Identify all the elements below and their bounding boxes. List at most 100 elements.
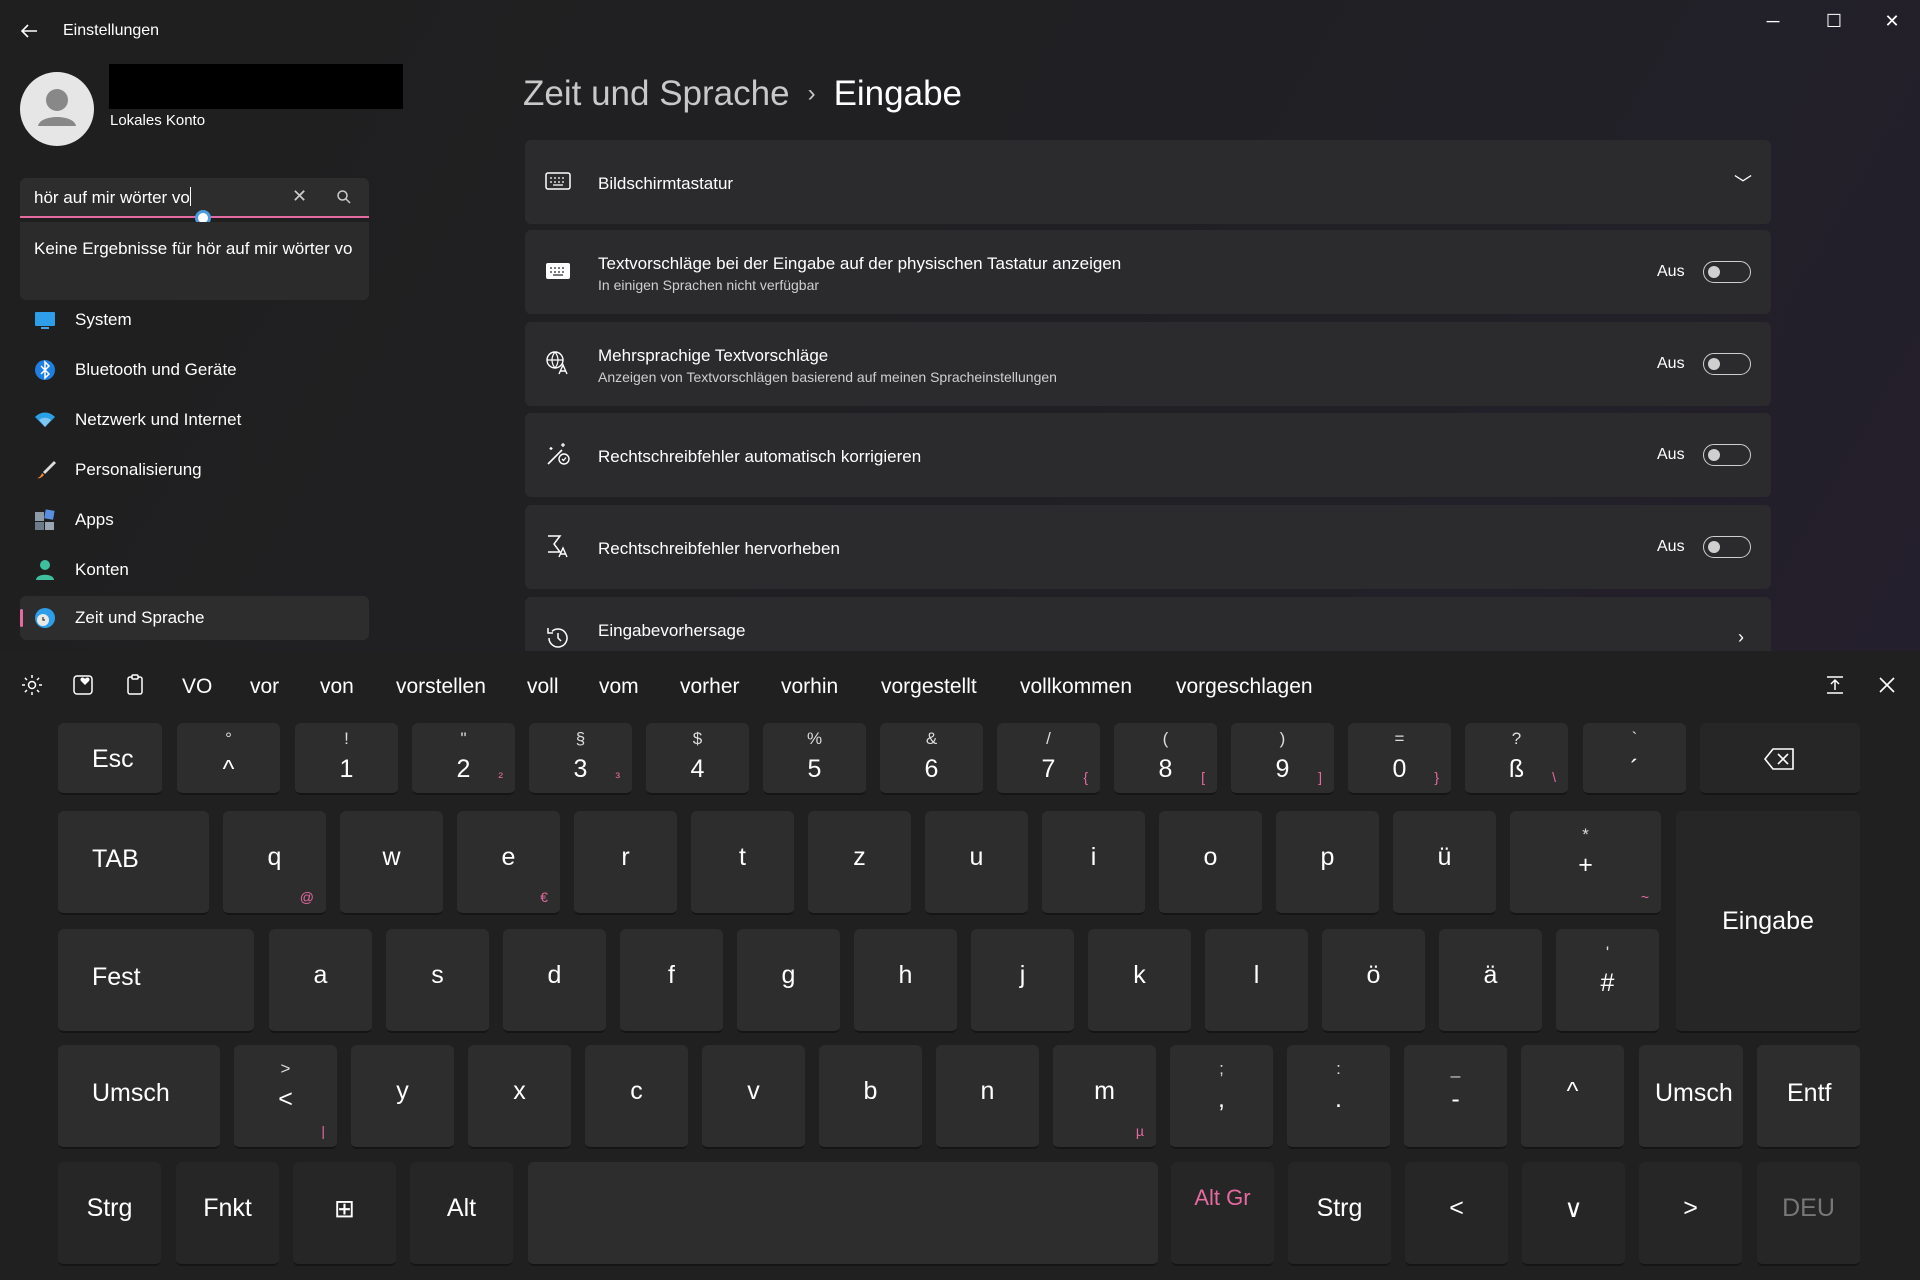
key-row3-12[interactable]: ' # — [1556, 929, 1659, 1033]
autocorrect-toggle[interactable] — [1703, 444, 1751, 466]
key-row3-6[interactable]: h — [854, 929, 957, 1033]
key-row2-3[interactable]: e € — [457, 811, 560, 915]
search-icon[interactable] — [336, 189, 352, 205]
key-row2-4[interactable]: r — [574, 811, 677, 915]
key-row1-2[interactable]: ! 1 — [295, 723, 398, 795]
key-row5-8[interactable]: ∨ — [1522, 1162, 1625, 1266]
key-row2-6[interactable]: z — [808, 811, 911, 915]
search-box[interactable]: hör auf mir wörter vo ✕ — [20, 178, 369, 218]
key-row3-9[interactable]: l — [1205, 929, 1308, 1033]
sidebar-item-time-language[interactable]: Zeit und Sprache — [20, 596, 369, 640]
key-row1-0[interactable]: Esc — [58, 723, 162, 795]
key-row5-3[interactable]: Alt — [410, 1162, 513, 1266]
key-row2-10[interactable]: p — [1276, 811, 1379, 915]
sidebar-item-system[interactable]: System — [20, 298, 369, 342]
back-arrow-icon[interactable] — [18, 20, 40, 42]
gear-icon[interactable] — [20, 673, 44, 697]
key-row2-12[interactable]: * + ~ — [1510, 811, 1661, 915]
clear-icon[interactable]: ✕ — [292, 186, 307, 207]
key-row2-8[interactable]: i — [1042, 811, 1145, 915]
multilingual-toggle[interactable] — [1703, 353, 1751, 375]
chevron-right-icon[interactable]: › — [1738, 627, 1744, 648]
key-row1-12[interactable]: ? ß \ — [1465, 723, 1568, 795]
keyboard-layout-icon[interactable] — [1823, 673, 1847, 697]
key-row3-11[interactable]: ä — [1439, 929, 1542, 1033]
key-row3-5[interactable]: g — [737, 929, 840, 1033]
key-row2-9[interactable]: o — [1159, 811, 1262, 915]
close-keyboard-icon[interactable] — [1875, 673, 1899, 697]
maximize-button[interactable]: ☐ — [1814, 10, 1854, 32]
key-row3-0[interactable]: Fest — [58, 929, 254, 1033]
key-row1-11[interactable]: = 0} — [1348, 723, 1451, 795]
key-row3-8[interactable]: k — [1088, 929, 1191, 1033]
key-row3-10[interactable]: ö — [1322, 929, 1425, 1033]
key-row5-1[interactable]: Fnkt — [176, 1162, 279, 1266]
key-row2-2[interactable]: w — [340, 811, 443, 915]
sidebar-item-accounts[interactable]: Konten — [20, 548, 369, 592]
suggestion-item[interactable]: vom — [599, 675, 639, 699]
key-row4-0[interactable]: Umsch — [58, 1045, 220, 1149]
key-row4-10[interactable]: :. — [1287, 1045, 1390, 1149]
suggestion-item[interactable]: VO — [182, 675, 212, 699]
setting-onscreen-keyboard[interactable]: Bildschirmtastatur ﹀ — [525, 140, 1771, 224]
minimize-button[interactable]: ─ — [1753, 10, 1793, 32]
key-row1-6[interactable]: % 5 — [763, 723, 866, 795]
key-row1-5[interactable]: $4 — [646, 723, 749, 795]
suggestion-item[interactable]: vorhin — [781, 675, 838, 699]
key-row5-7[interactable]: < — [1405, 1162, 1508, 1266]
enter-key[interactable]: Eingabe — [1676, 811, 1860, 1033]
key-row4-6[interactable]: b — [819, 1045, 922, 1149]
key-row4-14[interactable]: Entf — [1757, 1045, 1860, 1149]
key-row1-8[interactable]: /7{ — [997, 723, 1100, 795]
avatar[interactable] — [20, 72, 94, 146]
suggestion-item[interactable]: vorher — [680, 675, 740, 699]
key-row5-2[interactable]: ⊞ — [293, 1162, 396, 1266]
key-row4-4[interactable]: c — [585, 1045, 688, 1149]
key-row5-10[interactable]: DEU — [1757, 1162, 1860, 1266]
key-row3-2[interactable]: s — [386, 929, 489, 1033]
key-row2-5[interactable]: t — [691, 811, 794, 915]
key-row4-8[interactable]: mµ — [1053, 1045, 1156, 1149]
suggestion-item[interactable]: vollkommen — [1020, 675, 1132, 699]
chevron-down-icon[interactable]: ﹀ — [1734, 170, 1752, 196]
emoji-icon[interactable] — [72, 673, 96, 697]
clipboard-icon[interactable] — [124, 673, 148, 697]
key-row3-3[interactable]: d — [503, 929, 606, 1033]
key-row4-2[interactable]: y — [351, 1045, 454, 1149]
key-row5-0[interactable]: Strg — [58, 1162, 161, 1266]
setting-typing-insights[interactable]: Eingabevorhersage › — [525, 597, 1771, 651]
text-suggestions-toggle[interactable] — [1703, 261, 1751, 283]
suggestion-item[interactable]: voll — [527, 675, 559, 699]
key-row1-3[interactable]: " 2 ² — [412, 723, 515, 795]
sidebar-item-personalization[interactable]: Personalisierung — [20, 448, 369, 492]
highlight-toggle[interactable] — [1703, 536, 1751, 558]
key-row4-5[interactable]: v — [702, 1045, 805, 1149]
suggestion-item[interactable]: vorgeschlagen — [1176, 675, 1313, 699]
key-row4-12[interactable]: ^ — [1521, 1045, 1624, 1149]
backspace-key[interactable] — [1700, 723, 1860, 795]
key-row4-9[interactable]: ;, — [1170, 1045, 1273, 1149]
key-row1-7[interactable]: & 6 — [880, 723, 983, 795]
key-row1-4[interactable]: § 3 ³ — [529, 723, 632, 795]
key-row5-5[interactable]: Alt Gr — [1171, 1162, 1274, 1266]
key-row2-1[interactable]: q @ — [223, 811, 326, 915]
key-row2-11[interactable]: ü — [1393, 811, 1496, 915]
suggestion-item[interactable]: vorstellen — [396, 675, 486, 699]
suggestion-item[interactable]: vor — [250, 675, 279, 699]
suggestion-item[interactable]: vorgestellt — [881, 675, 977, 699]
sidebar-item-network[interactable]: Netzwerk und Internet — [20, 398, 369, 442]
key-row5-6[interactable]: Strg — [1288, 1162, 1391, 1266]
key-row1-10[interactable]: ) 9] — [1231, 723, 1334, 795]
close-button[interactable]: ✕ — [1872, 10, 1912, 32]
key-row1-1[interactable]: ° ^ — [177, 723, 280, 795]
key-row2-0[interactable]: TAB — [58, 811, 209, 915]
sidebar-item-apps[interactable]: Apps — [20, 498, 369, 542]
key-row3-7[interactable]: j — [971, 929, 1074, 1033]
key-row3-4[interactable]: f — [620, 929, 723, 1033]
key-row1-13[interactable]: ` ´ — [1583, 723, 1686, 795]
key-row5-4[interactable] — [528, 1162, 1158, 1266]
key-row5-9[interactable]: > — [1639, 1162, 1742, 1266]
key-row4-7[interactable]: n — [936, 1045, 1039, 1149]
key-row4-13[interactable]: Umsch — [1639, 1045, 1743, 1149]
key-row2-7[interactable]: u — [925, 811, 1028, 915]
